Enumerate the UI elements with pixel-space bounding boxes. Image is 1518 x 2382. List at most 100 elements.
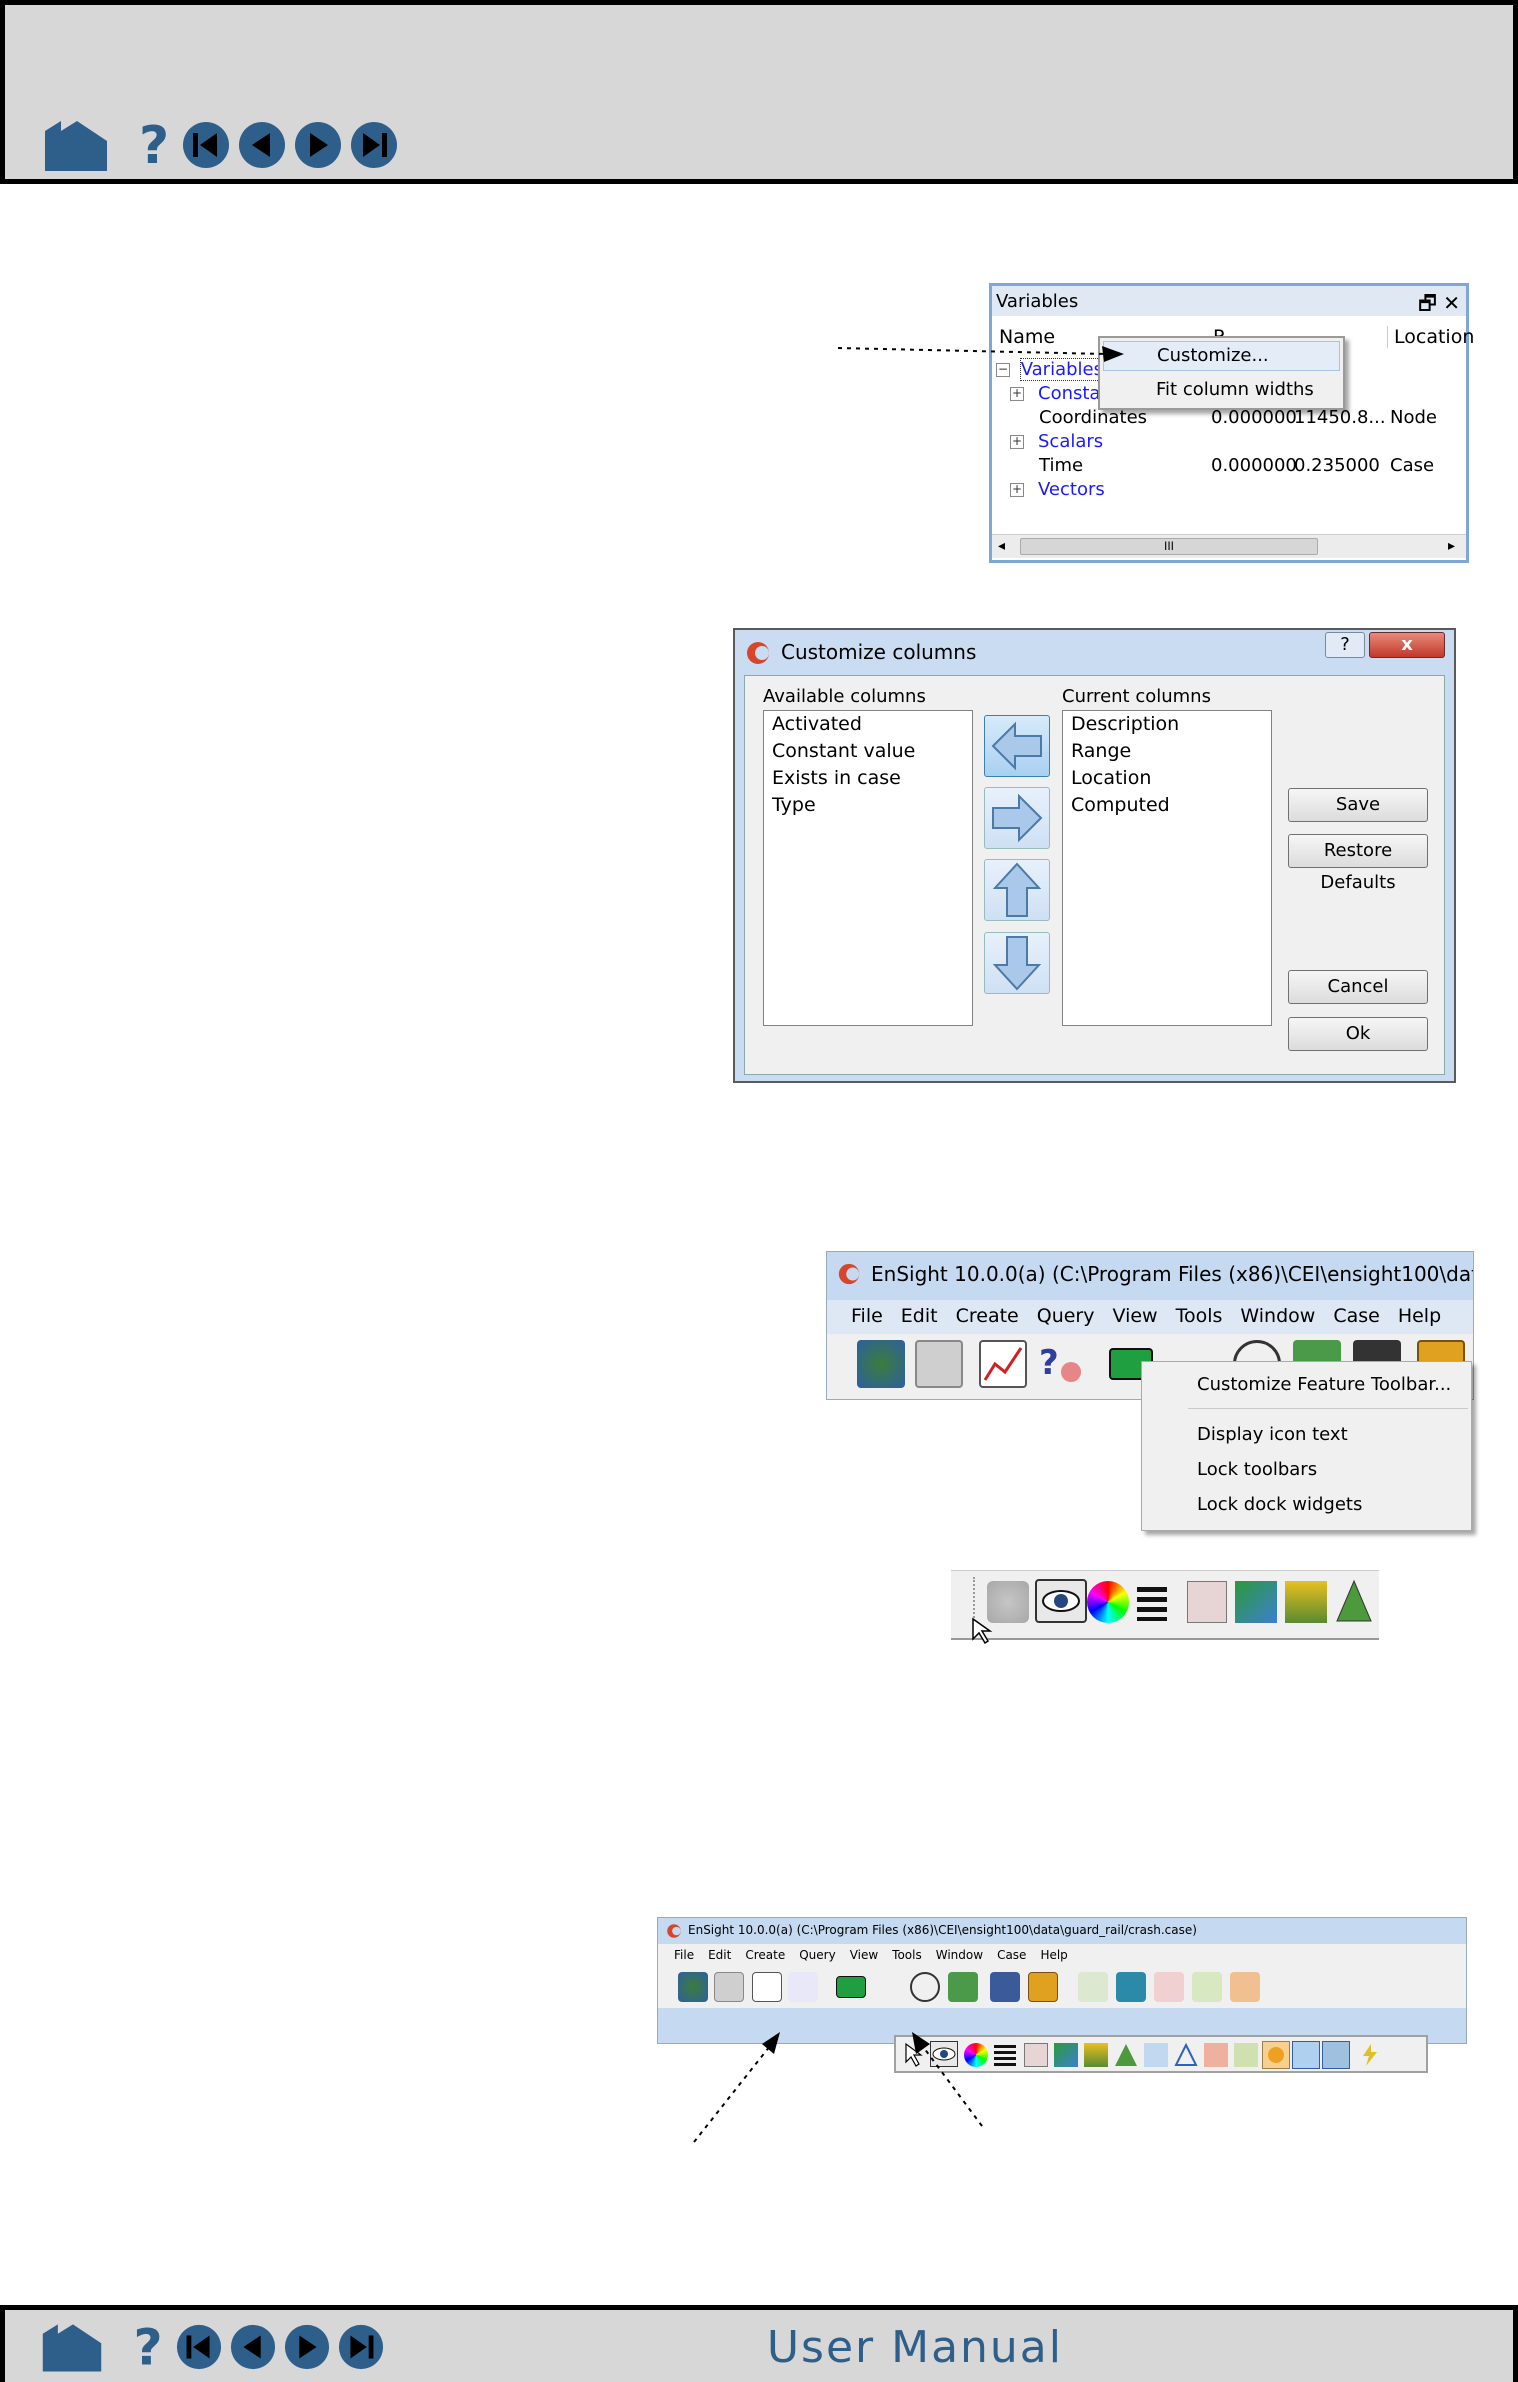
menu-create[interactable]: Create xyxy=(745,1948,785,1966)
menu-help[interactable]: Help xyxy=(1398,1305,1441,1334)
streamline-icon[interactable] xyxy=(1192,1972,1222,2002)
menu-item-lock-dock-widgets[interactable]: Lock dock widgets xyxy=(1142,1491,1471,1519)
trace-icon[interactable] xyxy=(1078,1972,1108,2002)
keyframe-icon[interactable] xyxy=(990,1972,1020,2002)
list-item[interactable]: Location xyxy=(1063,765,1271,792)
menu-edit[interactable]: Edit xyxy=(708,1948,731,1966)
line-style-icon[interactable] xyxy=(994,2045,1016,2067)
list-item[interactable]: Type xyxy=(764,792,972,819)
menu-create[interactable]: Create xyxy=(956,1305,1019,1334)
menu-item-display-icon-text[interactable]: Display icon text xyxy=(1142,1421,1471,1449)
float-close-icons[interactable]: 🗗 ✕ xyxy=(1418,289,1460,323)
menu-query[interactable]: Query xyxy=(1037,1305,1095,1334)
expand-icon[interactable]: + xyxy=(1010,387,1024,401)
query-icon[interactable] xyxy=(788,1972,818,2002)
menu-item-lock-toolbars[interactable]: Lock toolbars xyxy=(1142,1456,1471,1484)
tree-item-scalars[interactable]: + Scalars xyxy=(1010,431,1103,452)
menu-file[interactable]: File xyxy=(674,1948,694,1966)
annotation-icon[interactable] xyxy=(872,1972,902,2002)
label-icon[interactable] xyxy=(1204,2043,1228,2067)
available-columns-list[interactable]: Activated Constant value Exists in case … xyxy=(763,710,973,1026)
menu-query[interactable]: Query xyxy=(799,1948,835,1966)
tree-item-time[interactable]: Time xyxy=(1010,455,1083,476)
scroll-right-icon[interactable]: ▸ xyxy=(1448,537,1455,554)
sun-icon[interactable] xyxy=(1262,2041,1290,2069)
pen-icon[interactable] xyxy=(1234,2043,1258,2067)
menu-edit[interactable]: Edit xyxy=(901,1305,938,1334)
list-item[interactable]: Exists in case xyxy=(764,765,972,792)
menu-file[interactable]: File xyxy=(851,1305,883,1334)
line-style-icon[interactable] xyxy=(1137,1583,1173,1623)
tree-item-constants[interactable]: + Consta xyxy=(1010,383,1100,404)
horizontal-scrollbar[interactable]: ◂ III ▸ xyxy=(992,534,1466,558)
viewport-icon[interactable] xyxy=(836,1976,866,1998)
save-button[interactable]: Save xyxy=(1288,788,1428,822)
expand-icon[interactable]: + xyxy=(1010,435,1024,449)
clock-icon[interactable] xyxy=(910,1972,940,2002)
mesh-view-icon[interactable] xyxy=(1024,2043,1048,2067)
calculator-icon[interactable] xyxy=(915,1340,963,1388)
move-down-button[interactable] xyxy=(984,932,1050,994)
menu-view[interactable]: View xyxy=(1112,1305,1157,1334)
menu-view[interactable]: View xyxy=(850,1948,878,1966)
close-button[interactable]: x xyxy=(1369,632,1445,658)
drops-icon[interactable] xyxy=(1116,1972,1146,2002)
first-page-icon[interactable] xyxy=(181,120,231,170)
crossing-icon[interactable] xyxy=(1144,2043,1168,2067)
tree-item-vectors[interactable]: + Vectors xyxy=(1010,479,1105,500)
parts-icon[interactable] xyxy=(678,1972,708,2002)
stack-icon[interactable] xyxy=(1322,2041,1350,2069)
cube-icon[interactable] xyxy=(1235,1581,1277,1623)
help-icon[interactable]: ? xyxy=(135,117,175,173)
toolbox-icon[interactable] xyxy=(1028,1972,1058,2002)
plot-icon[interactable] xyxy=(979,1340,1027,1388)
move-left-button[interactable] xyxy=(984,715,1050,777)
symbol-icon[interactable] xyxy=(1084,2043,1108,2067)
vector-arrows-icon[interactable] xyxy=(1230,1972,1260,2002)
help-button[interactable]: ? xyxy=(1325,632,1365,658)
menu-window[interactable]: Window xyxy=(936,1948,983,1966)
menu-case[interactable]: Case xyxy=(997,1948,1026,1966)
scroll-thumb[interactable]: III xyxy=(1020,538,1318,555)
expand-icon[interactable]: + xyxy=(1010,483,1024,497)
last-page-icon[interactable] xyxy=(349,120,399,170)
menu-item-customize[interactable]: Customize... xyxy=(1103,341,1340,371)
menu-item-fit-column-widths[interactable]: Fit column widths xyxy=(1100,376,1343,406)
move-up-button[interactable] xyxy=(984,859,1050,921)
flipbook-icon[interactable] xyxy=(948,1972,978,2002)
symbol-icon[interactable] xyxy=(1285,1581,1327,1623)
next-page-icon[interactable] xyxy=(293,120,343,170)
prev-page-icon[interactable] xyxy=(229,2323,277,2371)
plot-icon[interactable] xyxy=(752,1972,782,2002)
color-wheel-icon[interactable] xyxy=(1087,1581,1129,1623)
ok-button[interactable]: Ok xyxy=(1288,1017,1428,1051)
move-right-button[interactable] xyxy=(984,787,1050,849)
column-location[interactable]: Location xyxy=(1387,326,1474,348)
menu-tools[interactable]: Tools xyxy=(1176,1305,1223,1334)
menu-case[interactable]: Case xyxy=(1333,1305,1380,1334)
list-item[interactable]: Activated xyxy=(764,711,972,738)
list-item[interactable]: Constant value xyxy=(764,738,972,765)
lightning-icon[interactable] xyxy=(1358,2043,1382,2067)
query-icon[interactable]: ? xyxy=(1037,1340,1085,1388)
cube-icon[interactable] xyxy=(1054,2043,1078,2067)
list-item[interactable]: Description xyxy=(1063,711,1271,738)
scroll-left-icon[interactable]: ◂ xyxy=(998,537,1005,554)
menu-window[interactable]: Window xyxy=(1240,1305,1315,1334)
tree-item-coordinates[interactable]: Coordinates xyxy=(1010,407,1147,428)
mesh-view-icon[interactable] xyxy=(1187,1581,1227,1623)
menu-help[interactable]: Help xyxy=(1040,1948,1067,1966)
eye-icon[interactable] xyxy=(1035,1579,1087,1623)
home-icon[interactable] xyxy=(39,2320,105,2374)
cancel-button[interactable]: Cancel xyxy=(1288,970,1428,1004)
home-icon[interactable] xyxy=(41,117,111,173)
clip-icon[interactable] xyxy=(1154,1972,1184,2002)
prev-page-icon[interactable] xyxy=(237,120,287,170)
parts-icon[interactable] xyxy=(857,1340,905,1388)
menu-tools[interactable]: Tools xyxy=(892,1948,922,1966)
menu-item-customize-feature-toolbar[interactable]: Customize Feature Toolbar... xyxy=(1142,1371,1471,1399)
box-icon[interactable] xyxy=(1292,2041,1320,2069)
current-columns-list[interactable]: Description Range Location Computed xyxy=(1062,710,1272,1026)
calculator-icon[interactable] xyxy=(714,1972,744,2002)
list-item[interactable]: Computed xyxy=(1063,792,1271,819)
